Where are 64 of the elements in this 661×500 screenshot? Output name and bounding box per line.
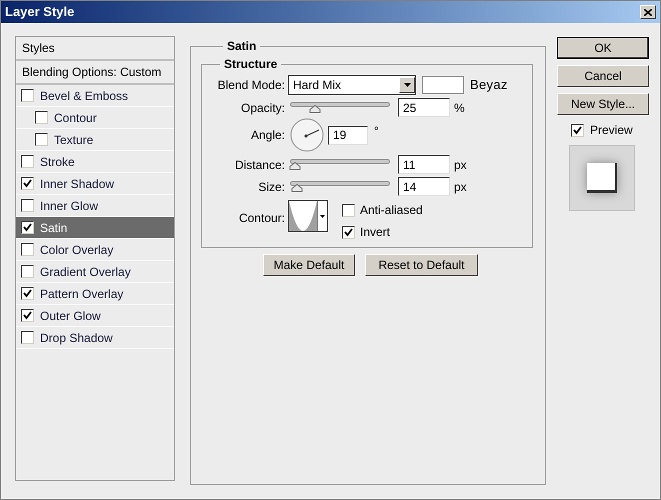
style-item[interactable]: Outer Glow: [16, 305, 174, 327]
dialog-button[interactable]: New Style...: [557, 93, 649, 115]
checkbox[interactable]: [21, 221, 34, 234]
preview-label: Preview: [590, 122, 633, 139]
checkbox[interactable]: [21, 331, 34, 344]
style-item[interactable]: Gradient Overlay: [16, 261, 174, 283]
style-item[interactable]: Color Overlay: [16, 239, 174, 261]
close-icon: [644, 8, 652, 16]
number-field[interactable]: 19: [328, 126, 368, 144]
unit-label: %: [454, 100, 465, 116]
dialog-button[interactable]: Make Default: [263, 254, 355, 276]
checkbox[interactable]: [21, 89, 34, 102]
unit-label: px: [454, 178, 467, 196]
field-label: Distance:: [234, 156, 286, 174]
checkbox[interactable]: [21, 243, 34, 256]
preview-thumbnail: [569, 145, 635, 211]
field-label: Blend Mode:: [216, 77, 286, 94]
field-label: Opacity:: [240, 100, 286, 116]
number-field[interactable]: 14: [398, 177, 450, 196]
angle-dial[interactable]: [290, 118, 324, 152]
style-item[interactable]: Bevel & Emboss: [16, 85, 174, 107]
dialog-button[interactable]: OK: [557, 37, 649, 59]
unit-label: px: [454, 156, 467, 174]
color-name: Beyaz: [470, 76, 508, 94]
style-item[interactable]: Texture: [16, 129, 174, 151]
contour-curve-icon: [289, 201, 317, 231]
style-item[interactable]: Stroke: [16, 151, 174, 173]
checkbox[interactable]: [35, 133, 48, 146]
field-label: Size:: [257, 178, 286, 196]
checkbox[interactable]: [21, 265, 34, 278]
checkbox[interactable]: [21, 309, 34, 322]
style-item[interactable]: Drop Shadow: [16, 327, 174, 349]
checkbox[interactable]: [21, 199, 34, 212]
option-label: Anti-aliased: [360, 202, 423, 219]
caret-icon: [404, 83, 410, 87]
number-field[interactable]: 25: [398, 98, 450, 117]
checkbox[interactable]: [35, 111, 48, 124]
checkbox[interactable]: [21, 287, 34, 300]
list-header: Styles: [22, 40, 55, 57]
dialog-button[interactable]: Reset to Default: [365, 254, 478, 276]
close-button[interactable]: [640, 5, 656, 19]
contour-picker[interactable]: [288, 200, 328, 232]
color-swatch[interactable]: [422, 76, 464, 94]
style-item[interactable]: Inner Shadow: [16, 173, 174, 195]
field-label: Angle:: [250, 127, 286, 144]
style-item[interactable]: Pattern Overlay: [16, 283, 174, 305]
group-title: Satin: [226, 38, 258, 55]
group-title: Structure: [223, 56, 278, 73]
checkbox[interactable]: [342, 226, 355, 238]
option-label: Invert: [360, 224, 390, 241]
blend-mode-dropdown[interactable]: Hard Mix: [288, 75, 416, 95]
checkbox[interactable]: [21, 177, 34, 190]
caret-icon: [320, 214, 325, 218]
unit-label: °: [374, 123, 379, 140]
number-field[interactable]: 11: [398, 155, 450, 174]
checkbox[interactable]: [342, 204, 355, 216]
style-item[interactable]: Contour: [16, 107, 174, 129]
blending-options-item[interactable]: Blending Options: Custom: [22, 63, 162, 81]
dialog-button[interactable]: Cancel: [557, 65, 649, 87]
checkbox[interactable]: [571, 124, 584, 136]
checkbox[interactable]: [21, 155, 34, 168]
window-title: Layer Style: [5, 3, 74, 22]
style-item[interactable]: Satin: [16, 217, 174, 239]
field-label: Contour:: [238, 210, 286, 227]
